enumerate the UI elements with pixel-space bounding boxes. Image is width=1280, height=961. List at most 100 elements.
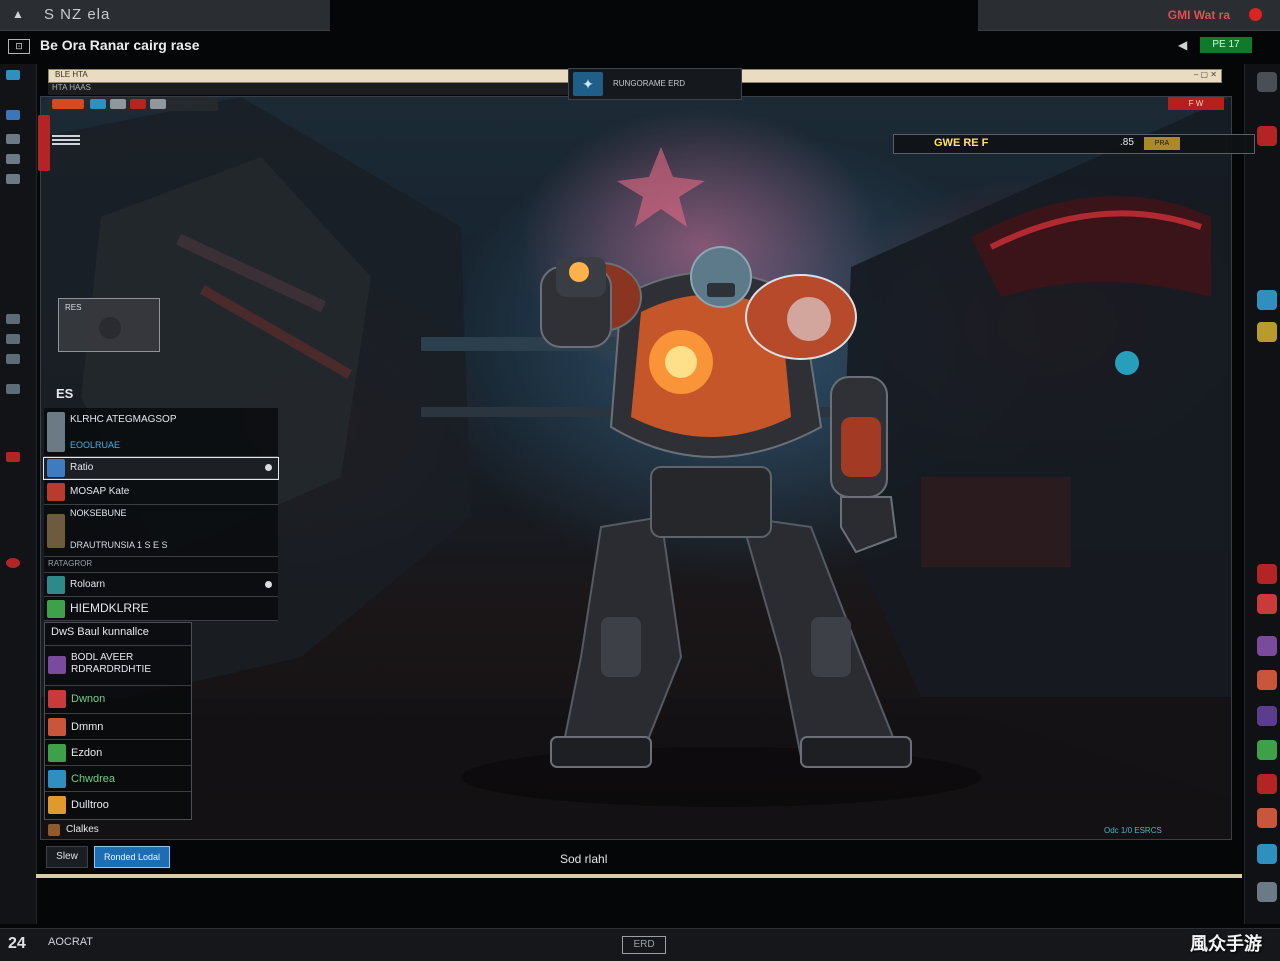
quest-item[interactable]: BODL AVEER RDRARDRDHTIE xyxy=(45,645,191,684)
tray-icon[interactable] xyxy=(150,99,166,109)
window-controls[interactable]: – ▢ ✕ xyxy=(1194,70,1217,79)
game-logo-icon: ✦ xyxy=(573,72,603,96)
address-text: BLE HTA xyxy=(55,70,88,79)
alert-icon[interactable] xyxy=(1257,126,1277,146)
list-item-label: NOKSEBUNE xyxy=(70,508,127,518)
tool-icon[interactable] xyxy=(6,154,20,164)
record-icon[interactable] xyxy=(6,452,20,462)
top-left-tab[interactable]: ▲ S NZ ela xyxy=(0,0,330,31)
list-item[interactable]: RATAGROR xyxy=(44,558,278,573)
list-item[interactable]: KLRHC ATEGMAGSOP EOOLRUAE xyxy=(44,408,278,457)
speaker-icon[interactable]: ◀ xyxy=(1178,38,1187,52)
close-icon[interactable] xyxy=(1249,8,1262,21)
list-item-label: Roloarn xyxy=(70,579,106,590)
taskbar: 24 AOCRAT ERD xyxy=(0,928,1280,961)
hud-bar: GWE RE F .85 PRA xyxy=(893,134,1255,154)
tool-icon[interactable] xyxy=(6,134,20,144)
quest-item[interactable]: Dulltroo xyxy=(45,791,191,818)
app-icon[interactable] xyxy=(6,70,20,80)
list-item[interactable]: MOSAP Kate xyxy=(44,480,278,505)
quest-label: Dwnon xyxy=(71,693,106,705)
mini-card[interactable]: RES xyxy=(58,298,160,352)
app-icon[interactable] xyxy=(1257,706,1277,726)
quest-item[interactable]: Ezdon xyxy=(45,739,191,766)
tray-icon[interactable] xyxy=(52,99,84,109)
avatar xyxy=(47,412,65,452)
left-tool-strip xyxy=(0,64,37,924)
folder-icon[interactable] xyxy=(6,110,20,120)
tool-icon[interactable] xyxy=(6,334,20,344)
mini-card-title: RES xyxy=(65,303,82,312)
app-icon[interactable] xyxy=(1257,774,1277,794)
list-item-sub: DRAUTRUNSIA 1 S E S xyxy=(70,540,168,550)
app-icon[interactable] xyxy=(1257,808,1277,828)
window-icon[interactable]: ⊡ xyxy=(8,39,30,54)
stop-icon[interactable] xyxy=(6,558,20,568)
hamburger-menu-icon[interactable] xyxy=(52,133,80,147)
bottom-buttons: Slew Ronded Lodal xyxy=(46,846,170,868)
list-item[interactable]: HIEMDKLRRE xyxy=(44,598,278,621)
taskbar-label[interactable]: AOCRAT xyxy=(48,936,93,948)
app-icon[interactable] xyxy=(1257,882,1277,902)
list-item[interactable]: Roloarn xyxy=(44,574,278,597)
taskbar-logo[interactable]: 24 xyxy=(8,935,26,953)
app-icon[interactable] xyxy=(1257,564,1277,584)
window-title: Be Ora Ranar cairg rase xyxy=(40,37,200,53)
quest-item[interactable]: Clalkes xyxy=(46,824,166,838)
tool-icon[interactable] xyxy=(6,354,20,364)
chevron-up-icon[interactable]: ▲ xyxy=(12,7,24,21)
red-chip[interactable]: F W xyxy=(1168,97,1224,110)
tray-icon[interactable] xyxy=(90,99,106,109)
title-row: ⊡ Be Ora Ranar cairg rase ◀ PE 17 xyxy=(0,32,1280,60)
top-right-tab[interactable]: GMI Wat ra xyxy=(978,0,1280,31)
vertical-red-tab[interactable] xyxy=(38,115,50,171)
tool-icon[interactable] xyxy=(6,174,20,184)
list-item-label: HIEMDKLRRE xyxy=(70,601,149,615)
app-icon[interactable] xyxy=(1257,740,1277,760)
quest-label: Dulltroo xyxy=(71,799,109,811)
quest-label: Dmmn xyxy=(71,721,104,733)
status-text: Sod rlahl xyxy=(560,852,608,866)
list-item-selected[interactable]: Ratio xyxy=(43,457,279,480)
progress-bar[interactable] xyxy=(36,874,1242,878)
menu-icon[interactable] xyxy=(1257,72,1277,92)
quest-label: Ezdon xyxy=(71,747,103,759)
quest-item[interactable]: Dwnon xyxy=(45,685,191,712)
load-button[interactable]: Ronded Lodal xyxy=(94,846,170,868)
list-item[interactable]: NOKSEBUNE DRAUTRUNSIA 1 S E S xyxy=(44,506,278,557)
quest-icon xyxy=(48,770,66,788)
avatar xyxy=(47,576,65,594)
taskbar-mid-button[interactable]: ERD xyxy=(622,936,666,954)
avatar xyxy=(47,514,65,548)
list-header-text: ES xyxy=(56,386,74,401)
quest-icon xyxy=(48,824,60,836)
quest-icon xyxy=(48,718,66,736)
list-item-sub: EOOLRUAE xyxy=(70,440,121,450)
quest-panel: DwS Baul kunnallce BODL AVEER RDRARDRDHT… xyxy=(44,622,192,820)
center-badge-text: RUNGORAME ERD xyxy=(613,79,686,88)
tray-icon[interactable] xyxy=(110,99,126,109)
right-structure xyxy=(841,97,1231,797)
tool-icon[interactable] xyxy=(6,384,20,394)
tray-icon[interactable] xyxy=(130,99,146,109)
avatar xyxy=(99,317,121,339)
tool-icon[interactable] xyxy=(6,314,20,324)
center-badge[interactable]: ✦ RUNGORAME ERD xyxy=(568,68,742,100)
list-item-label: KLRHC ATEGMAGSOP xyxy=(70,414,177,425)
app-icon[interactable] xyxy=(1257,636,1277,656)
quest-icon xyxy=(48,690,66,708)
avatar xyxy=(47,483,65,501)
list-item-label: RATAGROR xyxy=(48,559,93,568)
quest-item[interactable]: Dmmn xyxy=(45,713,191,740)
battery-indicator: PE 17 xyxy=(1200,37,1252,53)
share-icon[interactable] xyxy=(1257,290,1277,310)
slew-button[interactable]: Slew xyxy=(46,846,88,868)
avatar xyxy=(47,600,65,618)
app-icon[interactable] xyxy=(1257,594,1277,614)
quest-item[interactable]: Chwdrea xyxy=(45,765,191,792)
hud-left-text: GWE RE F xyxy=(934,137,989,149)
icon-tray xyxy=(48,97,218,111)
star-icon[interactable] xyxy=(1257,322,1277,342)
app-icon[interactable] xyxy=(1257,844,1277,864)
app-icon[interactable] xyxy=(1257,670,1277,690)
